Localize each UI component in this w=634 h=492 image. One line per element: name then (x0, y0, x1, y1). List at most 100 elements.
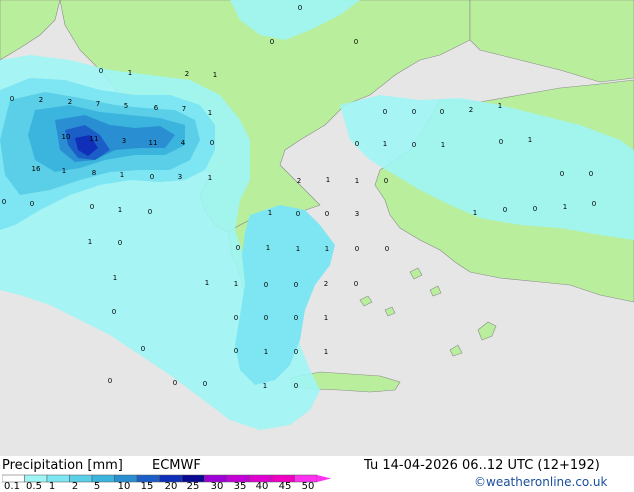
precip-value-label: 2 (469, 106, 473, 114)
precip-value-label: 0 (355, 245, 359, 253)
precip-value-label: 0 (533, 205, 537, 213)
scale-label: 35 (233, 481, 247, 492)
precip-value-label: 1 (324, 314, 328, 322)
precip-value-label: 0 (384, 177, 388, 185)
precip-value-label: 2 (324, 280, 328, 288)
precip-value-label: 0 (592, 200, 596, 208)
precip-value-label: 1 (208, 109, 212, 117)
precip-value-label: 0 (203, 380, 207, 388)
precip-value-label: 4 (181, 139, 186, 147)
precip-value-label: 7 (182, 105, 186, 113)
precip-value-label: 0 (112, 308, 116, 316)
precip-value-label: 0 (560, 170, 564, 178)
precip-value-label: 0 (325, 210, 329, 218)
precip-value-label: 2 (39, 96, 43, 104)
scale-label: 10 (117, 481, 131, 492)
precip-value-label: 0 (354, 38, 358, 46)
precip-value-label: 0 (294, 281, 298, 289)
precip-value-label: 6 (154, 104, 159, 112)
precip-value-label: 1 (296, 245, 300, 253)
precip-value-label: 1 (563, 203, 567, 211)
scale-label: 0.5 (26, 481, 42, 492)
precip-value-label: 0 (355, 140, 359, 148)
precip-value-label: 0 (234, 347, 238, 355)
precip-value-label: 0 (264, 281, 268, 289)
scale-label: 20 (164, 481, 178, 492)
precip-value-label: 0 (294, 314, 298, 322)
model-name: ECMWF (152, 458, 201, 473)
precip-value-label: 0 (2, 198, 6, 206)
scale-label: 30 (210, 481, 224, 492)
precip-value-label: 1 (128, 69, 132, 77)
scale-label: 45 (278, 481, 292, 492)
precip-value-label: 1 (263, 382, 267, 390)
precip-value-label: 11 (149, 139, 158, 147)
precip-value-label: 1 (268, 209, 272, 217)
precip-value-label: 1 (528, 136, 532, 144)
precip-value-label: 8 (92, 169, 96, 177)
precip-value-label: 1 (264, 348, 268, 356)
precip-value-label: 1 (234, 280, 238, 288)
scale-label: 0.1 (4, 481, 20, 492)
precip-value-label: 2 (68, 98, 72, 106)
precip-value-label: 16 (32, 165, 41, 173)
precip-value-label: 0 (118, 239, 122, 247)
copyright: ©weatheronline.co.uk (474, 475, 608, 489)
precip-value-label: 1 (88, 238, 92, 246)
precip-value-label: 0 (210, 139, 214, 147)
scale-label: 25 (186, 481, 200, 492)
precip-value-label: 5 (124, 102, 128, 110)
precip-value-label: 0 (354, 280, 358, 288)
precip-value-label: 0 (148, 208, 152, 216)
precip-value-label: 1 (326, 176, 330, 184)
precip-value-label: 0 (99, 67, 103, 75)
precip-value-label: 1 (324, 348, 328, 356)
precip-value-label: 1 (118, 206, 122, 214)
map-canvas: 010 2 10 00 2 2 7 5 6 7 110 11 3 11 4 016 1 8 1 0 3 10 0 0 1 00 0 0… (0, 0, 634, 456)
precipitation-map: 0 1 0 2 1 0 0 0 2 2 7 5 6 7 1 10 11 3 11 4 0 16 1 8 1 0 3 1 0 0 0 1 0 0 0 0… (0, 0, 634, 456)
precip-value-label: 1 (113, 274, 117, 282)
scale-overflow-arrow (317, 475, 331, 482)
forecast-datetime: Tu 14-04-2026 06..12 UTC (12+192) (364, 458, 600, 473)
precip-value-label: 0 (108, 377, 112, 385)
precip-value-label: 0 (294, 382, 298, 390)
precip-value-label: 0 (150, 173, 154, 181)
precip-value-label: 0 (236, 244, 240, 252)
precip-value-label: 0 (296, 210, 300, 218)
scale-label: 15 (140, 481, 154, 492)
precip-value-label: 0 (234, 314, 238, 322)
precip-value-label: 2 (185, 70, 189, 78)
precip-value-label: 1 (62, 167, 66, 175)
precip-value-label: 0 (298, 4, 302, 12)
map-title: Precipitation [mm] (2, 458, 123, 473)
precip-value-label: 1 (213, 71, 217, 79)
precip-value-label: 0 (30, 200, 34, 208)
precip-value-label: 1 (355, 177, 359, 185)
scale-label: 50 (301, 481, 315, 492)
precip-value-label: 0 (589, 170, 593, 178)
precip-value-label: 1 (208, 174, 212, 182)
precip-value-label: 0 (294, 348, 298, 356)
precip-value-label: 0 (499, 138, 503, 146)
precip-value-label: 3 (178, 173, 182, 181)
precip-value-label: 1 (120, 171, 124, 179)
precip-value-label: 1 (266, 244, 270, 252)
precip-value-label: 1 (498, 102, 502, 110)
precip-value-label: 0 (264, 314, 268, 322)
precip-value-label: 1 (383, 140, 387, 148)
precip-value-label: 0 (173, 379, 177, 387)
precip-value-label: 1 (205, 279, 209, 287)
precip-value-label: 0 (412, 141, 416, 149)
precip-value-label: 0 (412, 108, 416, 116)
precip-value-label: 0 (270, 38, 274, 46)
precip-value-label: 0 (141, 345, 145, 353)
precip-value-label: 1 (325, 245, 329, 253)
precip-value-label: 3 (122, 137, 126, 145)
precip-value-label: 7 (96, 100, 100, 108)
precip-value-label: 0 (503, 206, 507, 214)
precip-value-label: 0 (383, 108, 387, 116)
precip-value-label: 3 (355, 210, 359, 218)
precip-value-label: 1 (473, 209, 477, 217)
precip-value-label: 2 (297, 177, 301, 185)
scale-label: 1 (48, 481, 56, 492)
